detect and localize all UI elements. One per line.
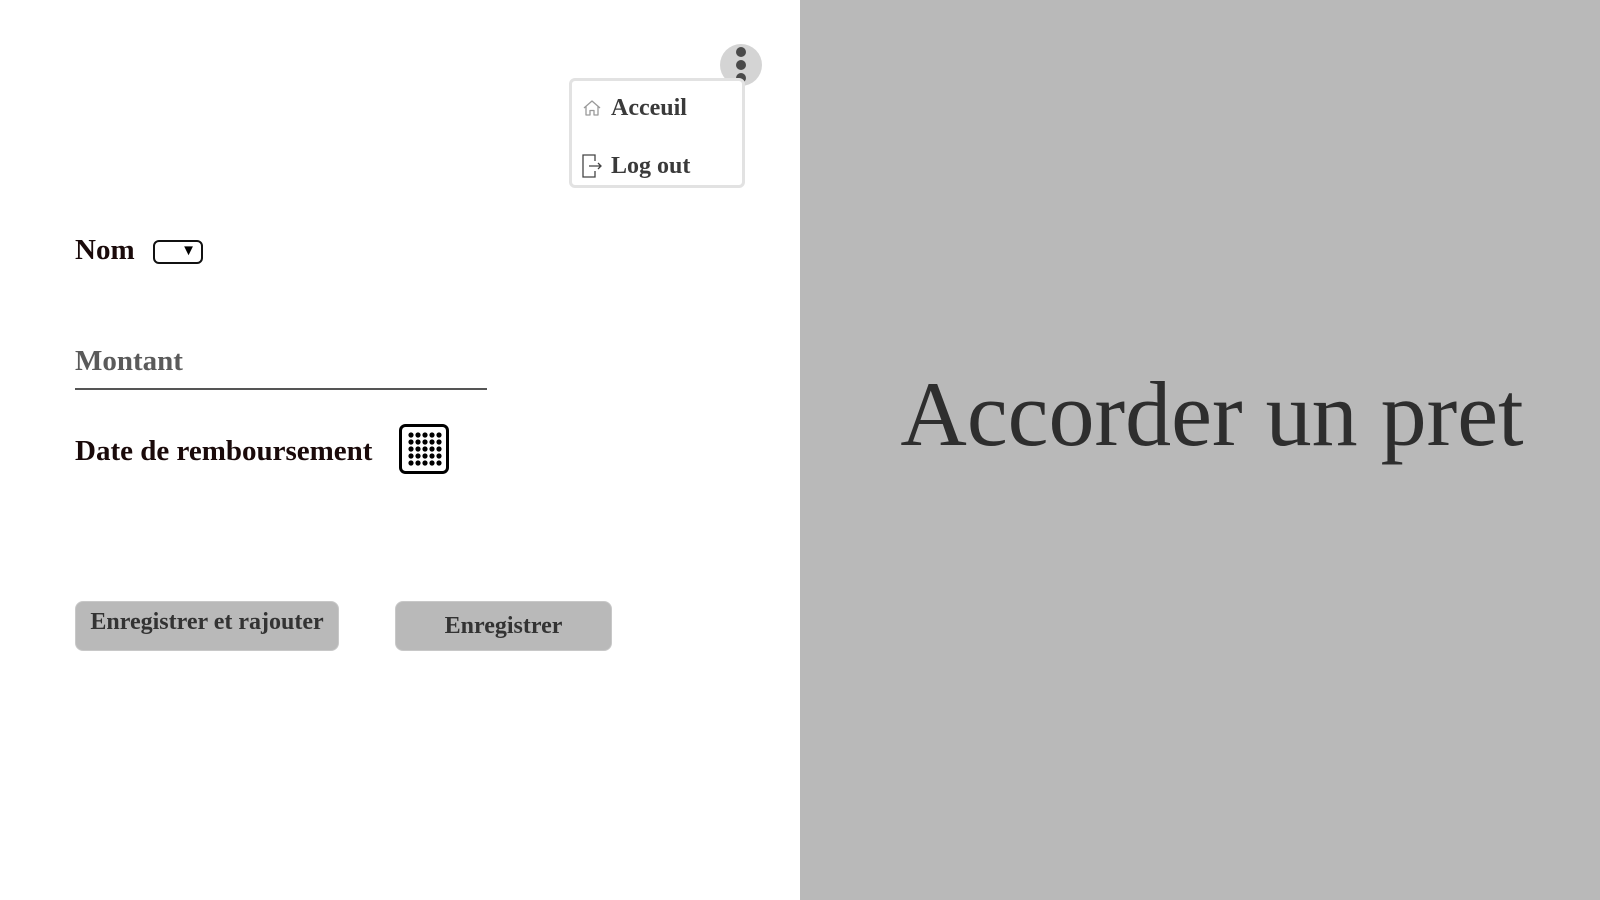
logout-icon — [580, 152, 604, 180]
more-vertical-icon-dot — [736, 60, 746, 70]
nom-select[interactable]: ▼ — [153, 240, 203, 264]
menu-item-label: Acceuil — [611, 94, 687, 121]
menu-item-label: Log out — [611, 152, 691, 179]
page-title: Accorder un pret — [900, 363, 1524, 465]
date-label: Date de remboursement — [75, 435, 373, 467]
hero-panel: Accorder un pret — [800, 0, 1600, 900]
options-dropdown-menu: Acceuil Log out — [569, 78, 745, 188]
more-vertical-icon-dot — [736, 47, 746, 57]
calendar-icon[interactable] — [399, 424, 449, 474]
page: Acceuil Log out Nom ▼ Date de remboursem… — [0, 0, 1600, 900]
save-button[interactable]: Enregistrer — [395, 601, 612, 651]
menu-item-home[interactable]: Acceuil — [580, 88, 740, 128]
form-panel: Acceuil Log out Nom ▼ Date de remboursem… — [0, 0, 800, 900]
home-icon — [580, 94, 604, 122]
nom-label: Nom — [75, 234, 135, 266]
dropdown-arrow-icon: ▼ — [181, 243, 196, 259]
montant-input[interactable] — [75, 334, 487, 390]
save-and-add-button[interactable]: Enregistrer et rajouter — [75, 601, 339, 651]
menu-item-logout[interactable]: Log out — [580, 146, 740, 186]
